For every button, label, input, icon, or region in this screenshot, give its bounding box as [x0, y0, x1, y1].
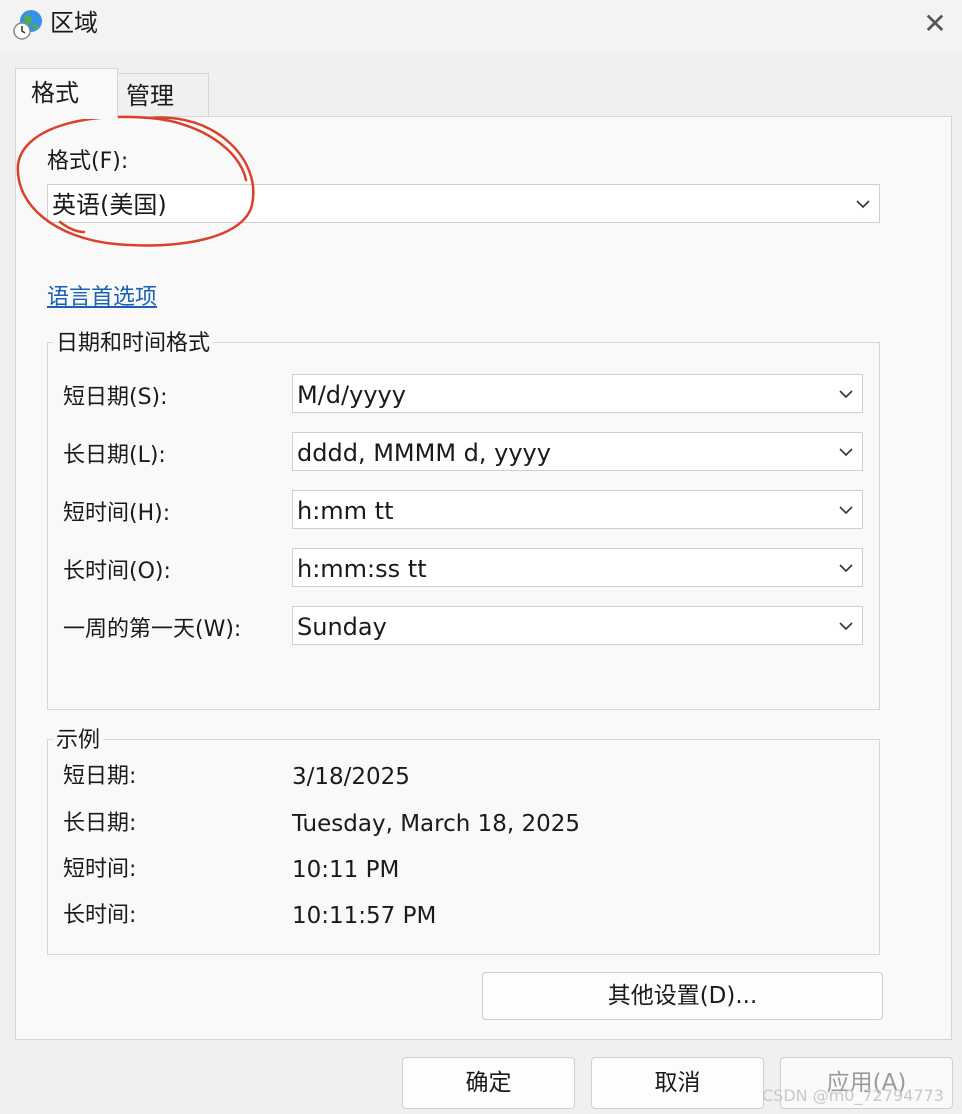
format-dropdown[interactable]: 英语(美国): [47, 184, 880, 223]
tab-manage[interactable]: 管理: [117, 73, 209, 116]
globe-clock-icon: [13, 10, 42, 40]
ok-button[interactable]: 确定: [402, 1057, 575, 1109]
example-long-time-value: 10:11:57 PM: [292, 903, 437, 929]
long-date-value: dddd, MMMM d, yyyy: [297, 439, 551, 467]
tab-format[interactable]: 格式: [15, 68, 118, 119]
short-time-value: h:mm tt: [297, 497, 394, 525]
example-short-date-value: 3/18/2025: [292, 764, 410, 790]
chevron-down-icon: [839, 622, 853, 631]
example-short-date-label: 短日期:: [63, 764, 137, 789]
cancel-button[interactable]: 取消: [591, 1057, 764, 1109]
example-long-date-label: 长日期:: [63, 811, 137, 836]
first-day-of-week-dropdown[interactable]: Sunday: [292, 606, 863, 645]
chevron-down-icon: [839, 564, 853, 573]
long-date-label: 长日期(L):: [63, 443, 166, 468]
short-date-label: 短日期(S):: [63, 385, 168, 410]
short-time-label: 短时间(H):: [63, 501, 171, 526]
language-preferences-link[interactable]: 语言首选项: [47, 284, 157, 312]
chevron-down-icon: [839, 390, 853, 399]
example-short-time-value: 10:11 PM: [292, 857, 400, 883]
long-time-label: 长时间(O):: [63, 559, 171, 584]
close-button[interactable]: ✕: [916, 8, 954, 42]
tab-manage-label: 管理: [126, 82, 174, 110]
first-day-of-week-value: Sunday: [297, 613, 387, 641]
format-dropdown-value: 英语(美国): [52, 191, 167, 219]
chevron-down-icon: [839, 506, 853, 515]
short-time-dropdown[interactable]: h:mm tt: [292, 490, 863, 529]
tab-format-label: 格式: [31, 79, 79, 107]
first-day-of-week-label: 一周的第一天(W):: [63, 617, 242, 642]
csdn-watermark: CSDN @m0_72794773: [762, 1086, 944, 1105]
example-long-time-label: 长时间:: [63, 903, 137, 928]
long-time-dropdown[interactable]: h:mm:ss tt: [292, 548, 863, 587]
example-short-time-label: 短时间:: [63, 857, 137, 882]
additional-settings-button[interactable]: 其他设置(D)...: [482, 972, 883, 1020]
examples-group-title: 示例: [53, 727, 104, 755]
chevron-down-icon: [839, 448, 853, 457]
format-label: 格式(F):: [47, 149, 129, 174]
examples-group: [47, 739, 880, 955]
long-date-dropdown[interactable]: dddd, MMMM d, yyyy: [292, 432, 863, 471]
datetime-group-title: 日期和时间格式: [53, 330, 214, 358]
short-date-dropdown[interactable]: M/d/yyyy: [292, 374, 863, 413]
long-time-value: h:mm:ss tt: [297, 555, 427, 583]
short-date-value: M/d/yyyy: [297, 381, 406, 409]
window-title: 区域: [50, 9, 98, 37]
title-bar: 区域 ✕: [0, 0, 962, 52]
chevron-down-icon: [856, 200, 870, 209]
example-long-date-value: Tuesday, March 18, 2025: [292, 811, 581, 837]
